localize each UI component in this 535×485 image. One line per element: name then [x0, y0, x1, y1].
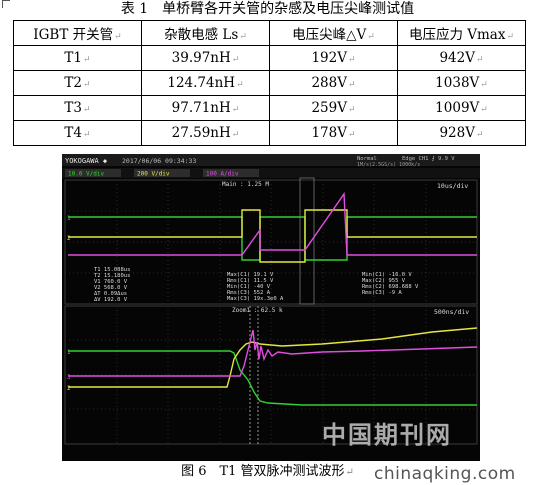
svg-text:1: 1	[67, 349, 71, 356]
scope-datetime: 2017/06/06 09:34:33	[122, 157, 196, 165]
svg-text:Rms(C3) -9 A: Rms(C3) -9 A	[362, 290, 402, 296]
svg-text:3: 3	[67, 374, 71, 381]
svg-text:1: 1	[67, 215, 71, 222]
measure-right: Min(C1) -16.0 V Max(C2) 955 V Rms(C2) 69…	[362, 272, 419, 296]
header-cell: IGBT 开关管↵	[13, 20, 142, 46]
svg-text:Max(C3) 19x.3e0 A: Max(C3) 19x.3e0 A	[227, 296, 284, 302]
main-window-label: Main : 1.25 M	[222, 181, 269, 188]
ch3-label: 100 A/div	[206, 171, 239, 178]
header-cell: 杂散电感 Ls↵	[141, 20, 270, 46]
measure-mid: Max(C1) 19.1 V Rms(C1) 11.5 V Min(C1) -4…	[227, 272, 284, 302]
scope-sample: 1M/s(2.5GS/s) 1000k/s	[357, 162, 420, 168]
table-row: T1↵ 39.97nH↵ 192V↵ 942V↵	[13, 45, 526, 71]
svg-text:2: 2	[67, 385, 71, 392]
table-row: T2↵ 124.74nH↵ 288V↵ 1038V↵	[13, 70, 526, 96]
svg-text:2: 2	[67, 235, 71, 242]
scope-brand: YOKOGAWA ◆	[65, 157, 108, 165]
timebase-top: 10us/div	[437, 182, 468, 190]
scope-trigger: Edge CH1 ⨍ 9.9 V	[402, 155, 455, 162]
ch2-label: 200 V/div	[137, 171, 170, 178]
table-row: T3↵ 97.71nH↵ 259V↵ 1009V↵	[13, 95, 526, 121]
header-cell: 电压应力 Vmax↵	[397, 20, 526, 46]
table-caption: 表 1 单桥臂各开关管的杂感及电压尖峰测试值	[120, 1, 415, 17]
site-watermark: chinaqking.com	[374, 464, 516, 484]
header-cell: 电压尖峰△V↵	[269, 20, 398, 46]
timebase-bottom: 500ns/div	[434, 308, 469, 316]
cursor-readout: T1 15.088us T2 15.180us V1 760.0 V V2 56…	[94, 267, 130, 303]
watermark: 中国期刊网	[322, 420, 452, 449]
svg-text:ΔV 192.0 V: ΔV 192.0 V	[94, 297, 128, 303]
ch1-label: 10.0 V/div	[68, 171, 105, 178]
table-header-row: IGBT 开关管↵ 杂散电感 Ls↵ 电压尖峰△V↵ 电压应力 Vmax↵	[13, 20, 526, 46]
inductance-table: IGBT 开关管↵ 杂散电感 Ls↵ 电压尖峰△V↵ 电压应力 Vmax↵ T1…	[13, 20, 526, 146]
zoom-label: Zoom1 : 62.5 k	[232, 307, 283, 314]
table-row: T4↵ 27.59nH↵ 178V↵ 928V↵	[13, 120, 526, 146]
